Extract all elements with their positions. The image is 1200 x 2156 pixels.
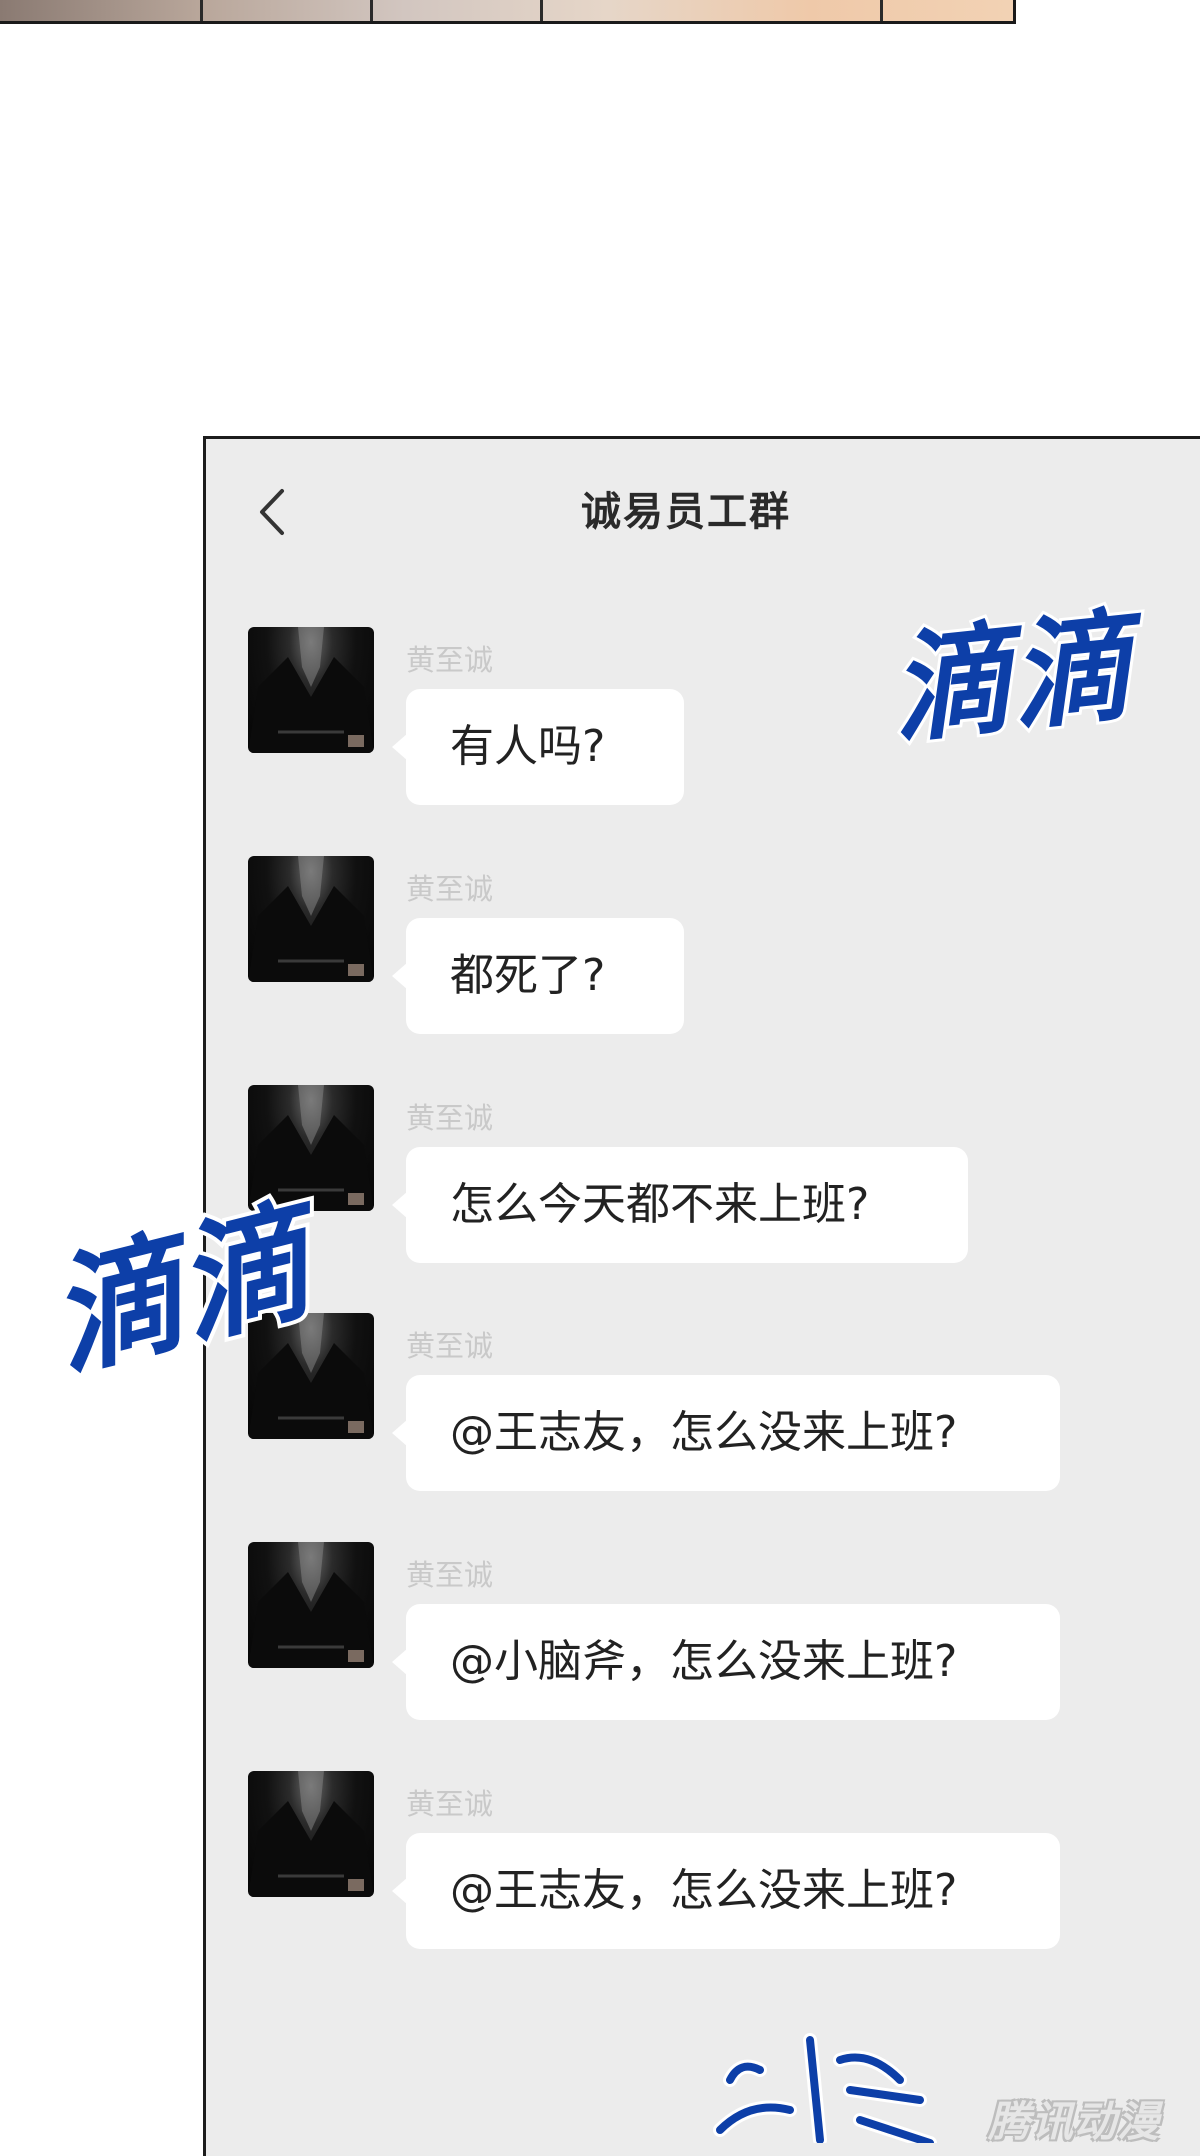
- sender-name: 黄至诚: [406, 643, 494, 677]
- chat-header: 诚易员工群: [206, 439, 1200, 574]
- panel-line: [200, 0, 203, 21]
- previous-comic-panel: [0, 0, 1016, 24]
- back-icon[interactable]: [254, 487, 294, 535]
- chat-message: 黄至诚 都死了?: [206, 856, 1200, 1056]
- sound-effect-didi-top: 滴滴: [885, 590, 1145, 763]
- chat-message: 黄至诚 @王志友，怎么没来上班?: [206, 1771, 1200, 1971]
- message-bubble[interactable]: 有人吗?: [392, 689, 684, 805]
- panel-line: [540, 0, 543, 21]
- message-bubble[interactable]: 怎么今天都不来上班?: [392, 1147, 968, 1263]
- message-bubble[interactable]: @王志友，怎么没来上班?: [392, 1375, 1060, 1491]
- sender-name: 黄至诚: [406, 1101, 494, 1135]
- sender-name: 黄至诚: [406, 1787, 494, 1821]
- panel-line: [880, 0, 883, 21]
- avatar[interactable]: [248, 1771, 374, 1897]
- chat-title: 诚易员工群: [581, 489, 791, 535]
- avatar[interactable]: [248, 627, 374, 753]
- message-bubble[interactable]: 都死了?: [392, 918, 684, 1034]
- watermark-logo: 腾讯动漫: [988, 2097, 1161, 2146]
- sender-name: 黄至诚: [406, 1329, 494, 1363]
- sender-name: 黄至诚: [406, 872, 494, 906]
- sound-effect-partial-bottom: [713, 2033, 937, 2143]
- sender-name: 黄至诚: [406, 1558, 494, 1592]
- svg-text:滴滴: 滴滴: [885, 593, 1145, 760]
- avatar[interactable]: [248, 856, 374, 982]
- message-bubble[interactable]: @王志友，怎么没来上班?: [392, 1833, 1060, 1949]
- panel-line: [370, 0, 373, 21]
- sound-effect-didi-left: 滴滴: [40, 1176, 346, 1390]
- avatar[interactable]: [248, 1542, 374, 1668]
- svg-text:滴滴: 滴滴: [40, 1180, 342, 1390]
- chat-message: 黄至诚 @小脑斧，怎么没来上班?: [206, 1542, 1200, 1742]
- message-bubble[interactable]: @小脑斧，怎么没来上班?: [392, 1604, 1060, 1720]
